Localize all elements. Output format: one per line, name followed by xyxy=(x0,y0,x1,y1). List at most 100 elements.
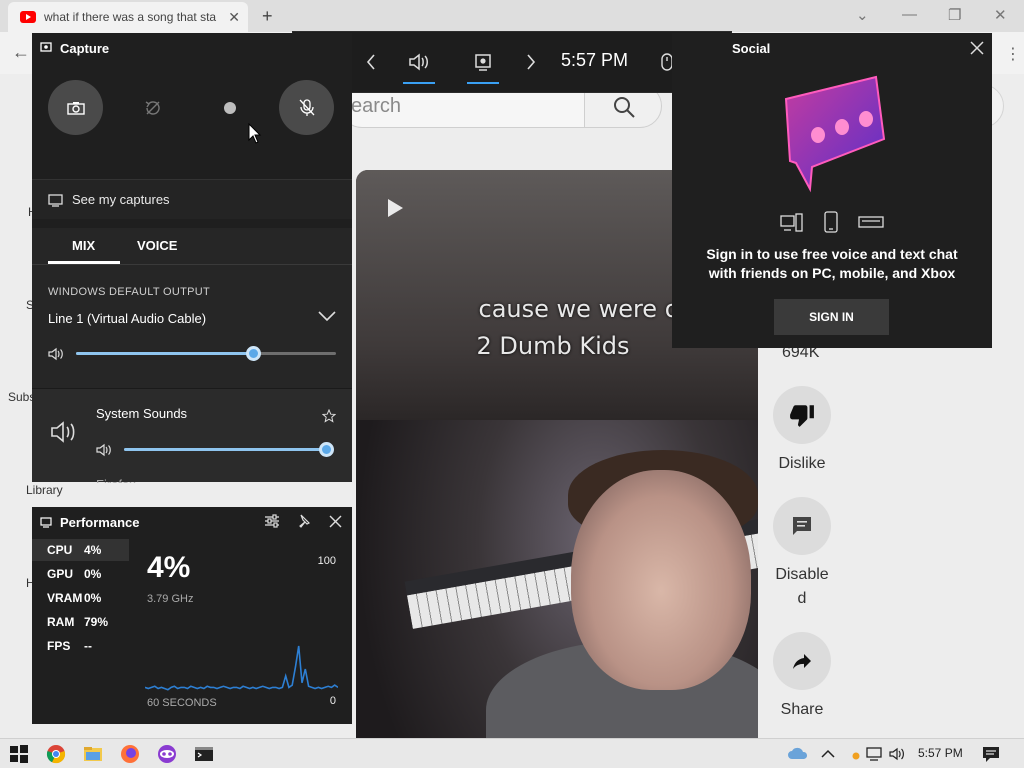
browser-tab[interactable]: what if there was a song that sta ✕ xyxy=(8,2,248,32)
perf-graph-max: 100 xyxy=(317,555,336,567)
system-sounds-row: System Sounds Firefox xyxy=(32,388,352,483)
system-sounds-label: System Sounds xyxy=(96,406,188,421)
search-icon xyxy=(614,97,635,118)
capture-title: Capture xyxy=(60,40,110,56)
capture-widget-button[interactable] xyxy=(465,32,501,92)
gallery-icon xyxy=(48,193,63,207)
capture-header: Capture xyxy=(32,33,352,63)
onedrive-cloud-icon[interactable] xyxy=(786,744,810,764)
see-my-captures-label: See my captures xyxy=(72,192,170,207)
audio-icon xyxy=(409,53,428,71)
perf-label: VRAM xyxy=(47,591,83,605)
comments-label-line1: Disable xyxy=(775,566,829,583)
perf-value: 0% xyxy=(84,567,102,581)
tab-close-icon[interactable]: ✕ xyxy=(228,9,240,26)
sidebar-label-library[interactable]: Library xyxy=(26,483,63,497)
thumbs-down-icon xyxy=(790,405,814,427)
share-arrow-icon xyxy=(793,654,811,669)
play-icon[interactable] xyxy=(386,198,404,218)
audio-active-indicator xyxy=(403,82,435,84)
comment-icon xyxy=(793,517,811,535)
previous-widget-button[interactable] xyxy=(359,32,383,92)
record-dot-icon xyxy=(223,101,236,114)
output-device-select[interactable]: Line 1 (Virtual Audio Cable) xyxy=(48,311,206,326)
notification-dot-icon[interactable] xyxy=(846,744,866,764)
tab-strip: what if there was a song that sta ✕ + ⌄ … xyxy=(0,0,1024,32)
video-person-face xyxy=(571,470,751,690)
restore-button[interactable]: ❐ xyxy=(948,6,961,24)
next-widget-button[interactable] xyxy=(519,32,543,92)
sign-in-button[interactable]: SIGN IN xyxy=(774,299,889,335)
favorite-star-icon[interactable] xyxy=(322,409,336,423)
chevron-down-icon[interactable] xyxy=(318,310,336,322)
system-speaker-small-icon[interactable] xyxy=(96,443,112,457)
mask-app-icon[interactable] xyxy=(157,744,177,764)
pin-icon[interactable] xyxy=(296,514,310,528)
social-title: Social xyxy=(732,41,771,56)
perf-row-vram[interactable]: VRAM 0% xyxy=(32,587,129,609)
see-my-captures-link[interactable]: See my captures xyxy=(32,179,352,219)
master-volume-thumb[interactable] xyxy=(245,346,261,361)
dislike-label: Dislike xyxy=(778,455,826,472)
back-arrow-icon[interactable]: ← xyxy=(12,42,30,63)
social-sign-in-message: Sign in to use free voice and text chat … xyxy=(706,246,958,281)
perf-row-cpu[interactable]: CPU 4% xyxy=(32,539,129,561)
comments-button[interactable]: Disable d xyxy=(770,497,834,611)
system-volume-thumb[interactable] xyxy=(319,442,334,457)
game-bar-clock: 5:57 PM xyxy=(561,50,629,70)
performance-header-icon xyxy=(40,516,52,528)
audio-widget-button[interactable] xyxy=(401,32,437,92)
tab-voice[interactable]: VOICE xyxy=(137,238,177,253)
close-window-button[interactable]: ✕ xyxy=(994,6,1007,24)
speaker-icon[interactable] xyxy=(48,347,64,361)
mobile-icon xyxy=(824,211,838,233)
windows-start-icon[interactable] xyxy=(9,744,29,764)
close-icon[interactable] xyxy=(329,515,342,528)
terminal-icon[interactable] xyxy=(194,744,214,764)
master-volume-slider[interactable] xyxy=(76,346,336,361)
chevron-right-icon xyxy=(527,54,536,70)
capture-header-icon xyxy=(40,42,52,52)
mic-toggle-button[interactable] xyxy=(279,80,334,135)
tray-chevron-up-icon[interactable] xyxy=(818,744,838,764)
perf-value: -- xyxy=(84,639,92,653)
volume-icon[interactable] xyxy=(888,744,908,764)
social-widget: Social Sign in to use free voice and tex… xyxy=(672,33,992,348)
perf-row-ram[interactable]: RAM 79% xyxy=(32,611,129,633)
tab-list-chevron-icon[interactable]: ⌄ xyxy=(856,6,869,24)
share-button[interactable]: Share xyxy=(770,632,834,722)
share-label: Share xyxy=(780,701,824,718)
screenshot-button[interactable] xyxy=(48,80,103,135)
perf-row-gpu[interactable]: GPU 0% xyxy=(32,563,129,585)
close-icon[interactable] xyxy=(970,41,984,55)
new-tab-button[interactable]: + xyxy=(262,6,273,27)
performance-options-icon[interactable] xyxy=(264,514,280,528)
capture-active-indicator xyxy=(467,82,499,84)
minimize-button[interactable]: — xyxy=(902,6,917,23)
perf-value: 4% xyxy=(84,543,102,557)
dislike-button[interactable]: Dislike xyxy=(770,386,834,476)
more-menu-icon[interactable]: ⋮ xyxy=(1005,44,1021,64)
tab-mix-active-indicator xyxy=(48,261,120,264)
firefox-icon[interactable] xyxy=(120,744,140,764)
chat-bubble-illustration-icon xyxy=(784,75,886,193)
action-center-icon[interactable] xyxy=(981,744,1001,764)
perf-row-fps[interactable]: FPS -- xyxy=(32,635,129,657)
chrome-icon[interactable] xyxy=(46,744,66,764)
youtube-favicon-icon xyxy=(20,11,36,23)
audio-tab-divider xyxy=(32,264,352,265)
record-last-icon xyxy=(145,100,160,115)
next-app-label: Firefox xyxy=(96,477,136,483)
tab-title: what if there was a song that sta xyxy=(44,10,217,24)
system-volume-slider[interactable] xyxy=(124,442,334,457)
mic-off-icon xyxy=(299,98,314,116)
network-icon[interactable] xyxy=(864,744,884,764)
performance-widget: Performance CPU 4% GPU 0% VRAM 0% RAM 79% FP… xyxy=(32,507,352,724)
console-icon xyxy=(858,216,884,228)
file-explorer-icon[interactable] xyxy=(83,744,103,764)
record-last-30s-button[interactable] xyxy=(125,80,180,135)
tab-mix[interactable]: MIX xyxy=(72,238,95,253)
taskbar-clock[interactable]: 5:57 PM xyxy=(918,746,963,760)
perf-label: RAM xyxy=(47,615,75,629)
performance-title: Performance xyxy=(60,514,140,530)
